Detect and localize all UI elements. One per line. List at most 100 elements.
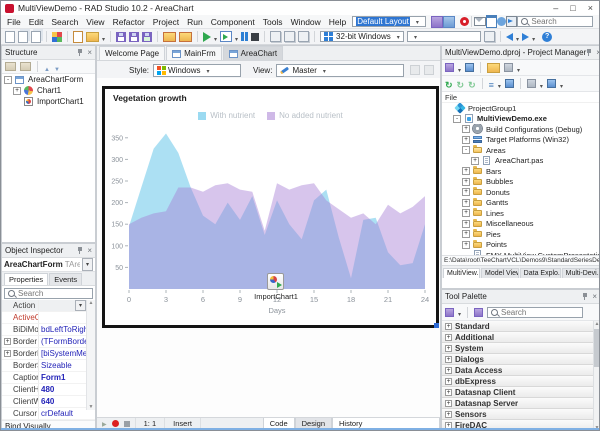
global-search[interactable] [517, 16, 593, 27]
minimize-button[interactable] [553, 3, 558, 13]
close-icon[interactable] [592, 293, 597, 301]
palette-category[interactable]: + Data Access [442, 365, 600, 376]
palette-category[interactable]: + Datasnap Server [442, 398, 600, 409]
expander-icon[interactable]: + [445, 378, 452, 385]
palette-category[interactable]: + dbExpress [442, 376, 600, 387]
expander-icon[interactable]: + [462, 188, 470, 196]
expander-icon[interactable]: + [462, 230, 470, 238]
step-out-icon[interactable] [298, 31, 309, 42]
structure-tree-item[interactable]: ImportChart1 [2, 96, 95, 107]
project-manager-tab[interactable]: MultiView... [443, 268, 480, 278]
layout-grid-icon[interactable] [431, 16, 443, 28]
property-row[interactable]: + Border (TFormBorder) [2, 336, 95, 348]
expander-icon[interactable]: - [453, 115, 461, 123]
property-row[interactable]: Action [2, 300, 95, 312]
menu-item[interactable]: Help [325, 17, 350, 27]
menu-item[interactable]: Refactor [109, 17, 149, 27]
menu-item[interactable]: Window [287, 17, 325, 27]
palette-category[interactable]: + Additional [442, 332, 600, 343]
palette-lock-icon[interactable] [445, 308, 454, 317]
calendar-icon[interactable] [486, 15, 497, 28]
pin-icon[interactable] [77, 49, 83, 57]
expander-icon[interactable]: + [462, 136, 470, 144]
save-all-icon[interactable] [129, 32, 139, 42]
build-icon[interactable] [505, 79, 514, 88]
project-folder-icon[interactable] [487, 63, 500, 73]
sync-add-icon[interactable] [457, 75, 465, 93]
record-icon[interactable] [460, 17, 469, 26]
expander-icon[interactable]: + [462, 209, 470, 217]
palette-category[interactable]: + Dialogs [442, 354, 600, 365]
expander-icon[interactable]: + [445, 334, 452, 341]
expander-icon[interactable]: + [4, 338, 11, 345]
expander-icon[interactable]: - [4, 76, 12, 84]
project-grid-icon[interactable] [504, 63, 513, 72]
expander-icon[interactable]: + [462, 220, 470, 228]
property-row[interactable]: Cursor crDefault [2, 408, 95, 420]
inspector-tab[interactable]: Properties [4, 273, 48, 285]
project-tree-item[interactable]: + Build Configurations (Debug) [442, 124, 600, 135]
menu-item[interactable]: Project [149, 17, 183, 27]
project-manager-tab[interactable]: Multi-Devi... [562, 268, 600, 278]
chevron-down-icon[interactable] [517, 59, 520, 77]
navigate-forward-icon[interactable] [522, 33, 529, 41]
style-combo[interactable]: Windows [153, 64, 241, 77]
expander-icon[interactable]: + [445, 323, 452, 330]
pin-icon[interactable] [586, 49, 592, 57]
scroll-up-icon[interactable]: ▲ [87, 300, 95, 306]
palette-pointer-icon[interactable] [474, 308, 483, 317]
scroll-down-icon[interactable]: ▼ [87, 404, 95, 410]
expand-all-icon[interactable] [20, 62, 31, 71]
move-down-icon[interactable] [54, 58, 60, 76]
macro-record-icon[interactable] [112, 420, 119, 427]
attach-icon[interactable] [484, 31, 495, 42]
community-icon[interactable] [497, 17, 506, 26]
project-tree-item[interactable]: + Target Platforms (Win32) [442, 135, 600, 146]
structure-tree-item[interactable]: + Chart1 [2, 85, 95, 96]
chevron-down-icon[interactable] [75, 300, 86, 311]
new-file-icon[interactable] [5, 31, 15, 43]
save-as-icon[interactable] [142, 32, 152, 42]
expander-icon[interactable]: + [445, 389, 452, 396]
chevron-down-icon[interactable] [458, 303, 461, 321]
menu-item[interactable]: Run [183, 17, 207, 27]
property-row[interactable]: ClientH 480 [2, 384, 95, 396]
project-tree-item[interactable]: + Pies [442, 229, 600, 240]
view-combo[interactable]: Master [276, 64, 404, 77]
sync-remove-icon[interactable] [468, 75, 476, 93]
menu-item[interactable]: Search [47, 17, 82, 27]
property-row[interactable]: Caption Form1 [2, 372, 95, 384]
project-manager-tab[interactable]: Data Explo... [520, 268, 561, 278]
expander-icon[interactable]: + [462, 178, 470, 186]
open-project-icon[interactable] [31, 31, 41, 43]
project-tree-item[interactable]: + Bubbles [442, 177, 600, 188]
palette-category[interactable]: + Sensors [442, 409, 600, 420]
stop-icon[interactable] [251, 33, 259, 41]
macro-play-icon[interactable] [102, 419, 107, 428]
object-selector-combo[interactable]: AreaChartForm TAreaChartFo [2, 258, 95, 272]
property-row[interactable]: + BorderI [biSystemMenu,biM [2, 348, 95, 360]
inspector-search[interactable] [2, 286, 95, 300]
chevron-down-icon[interactable] [235, 28, 238, 46]
palette-scrollbar[interactable]: ▲ ▼ [593, 321, 600, 431]
search-input[interactable] [531, 17, 589, 26]
inspector-scrollbar[interactable]: ▲ ▼ [86, 300, 95, 410]
expander-icon[interactable]: + [4, 350, 11, 357]
step-over-icon[interactable] [270, 31, 281, 42]
project-tree-item[interactable]: ProjectGroup1 [442, 103, 600, 114]
run-icon[interactable] [203, 32, 211, 42]
menu-item[interactable]: File [3, 17, 25, 27]
expander-icon[interactable]: + [445, 400, 452, 407]
move-up-icon[interactable] [44, 58, 50, 76]
palette-search-input[interactable] [501, 308, 579, 317]
view-option-icon[interactable] [410, 65, 420, 75]
document-tab[interactable]: Welcome Page [99, 46, 165, 60]
chevron-down-icon[interactable] [498, 75, 501, 93]
expander-icon[interactable]: + [13, 87, 21, 95]
run-without-debugging-icon[interactable] [220, 31, 232, 42]
open-folder-icon[interactable] [86, 32, 99, 42]
property-row[interactable]: ActiveC [2, 312, 95, 324]
expander-icon[interactable]: + [462, 167, 470, 175]
project-tree-item[interactable]: - Areas [442, 145, 600, 156]
pause-icon[interactable] [241, 32, 248, 41]
